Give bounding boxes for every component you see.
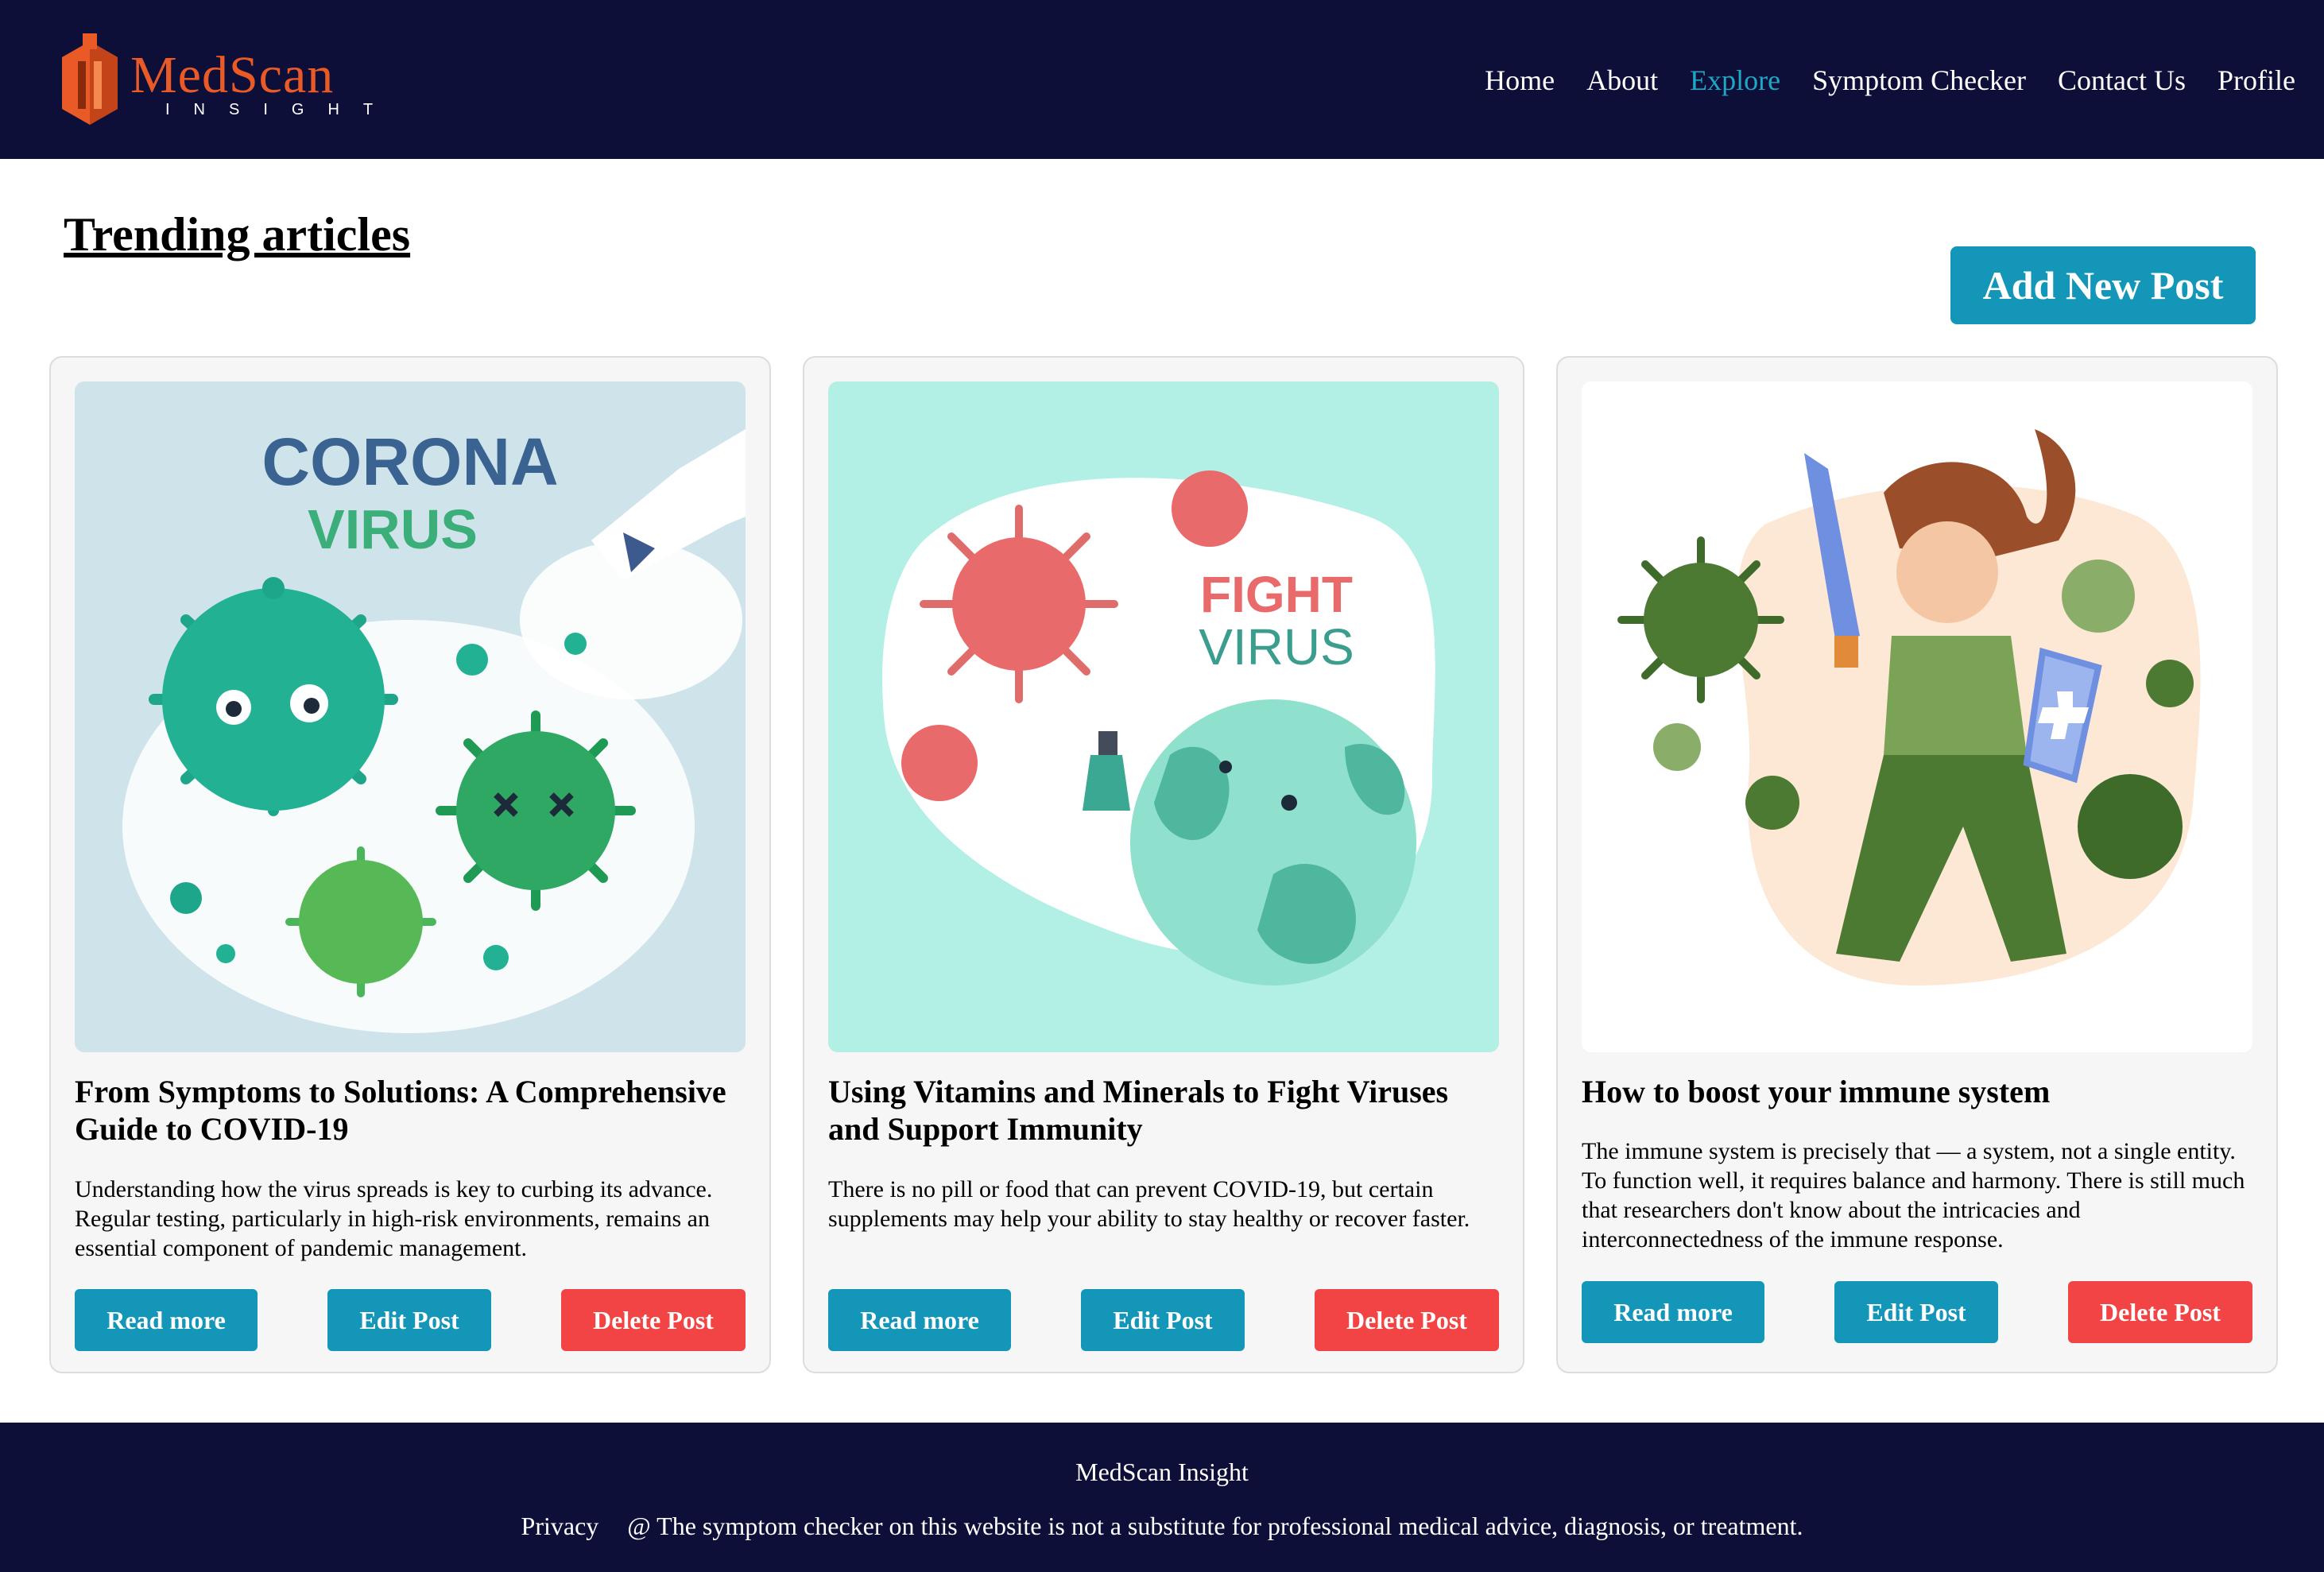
article-title[interactable]: From Symptoms to Solutions: A Comprehens… xyxy=(75,1073,750,1148)
logo-subtitle: INSIGHT xyxy=(165,101,397,118)
read-more-button[interactable]: Read more xyxy=(75,1289,258,1351)
article-card-2: FIGHT VIRUS Using Vitamins and Minerals … xyxy=(803,356,1524,1373)
article-card-1: CORONA VIRUS From Symptoms to Solutions:… xyxy=(49,356,771,1373)
delete-post-button[interactable]: Delete Post xyxy=(1315,1289,1499,1351)
article-title[interactable]: Using Vitamins and Minerals to Fight Vir… xyxy=(828,1073,1504,1148)
medical-disclaimer: @ The symptom checker on this website is… xyxy=(627,1512,1803,1540)
fight-heading: FIGHT xyxy=(1200,566,1353,623)
footer-brand: MedScan Insight xyxy=(1075,1458,1249,1486)
medscan-logo[interactable]: MedScan INSIGHT xyxy=(54,33,373,127)
nav-home[interactable]: Home xyxy=(1485,59,1555,102)
virus-heading: VIRUS xyxy=(1199,618,1354,676)
logo-title: MedScan xyxy=(130,46,335,104)
corona-virus-illustration[interactable]: CORONA VIRUS xyxy=(75,381,746,1052)
article-description: There is no pill or food that can preven… xyxy=(828,1176,1470,1232)
corona-virus-image: CORONA VIRUS xyxy=(75,381,746,1052)
read-more-button[interactable]: Read more xyxy=(1582,1281,1764,1343)
building-logo-icon xyxy=(62,33,118,125)
corona-heading: CORONA xyxy=(261,424,558,499)
delete-post-button[interactable]: Delete Post xyxy=(2068,1281,2252,1343)
nav-profile[interactable]: Profile xyxy=(2217,59,2295,102)
article-card-3: How to boost your immune system The immu… xyxy=(1556,356,2278,1373)
nav-about[interactable]: About xyxy=(1586,59,1658,102)
add-new-post-button[interactable]: Add New Post xyxy=(1950,246,2256,324)
edit-post-button[interactable]: Edit Post xyxy=(327,1289,491,1351)
fight-virus-illustration[interactable]: FIGHT VIRUS xyxy=(828,381,1499,1052)
article-description: Understanding how the virus spreads is k… xyxy=(75,1176,713,1261)
site-footer: MedScan Insight Privacy @ The symptom ch… xyxy=(0,1423,2324,1572)
footer-links: Privacy @ The symptom checker on this we… xyxy=(0,1510,2324,1542)
article-description: The immune system is precisely that — a … xyxy=(1582,1138,2245,1253)
page-title: Trending articles xyxy=(64,208,411,261)
woman-fighting-viruses-image xyxy=(1582,381,2252,1052)
site-header: MedScan INSIGHT Home About Explore Sympt… xyxy=(0,0,2324,159)
read-more-button[interactable]: Read more xyxy=(828,1289,1011,1351)
nav-explore[interactable]: Explore xyxy=(1690,59,1780,102)
virus-heading: VIRUS xyxy=(308,498,478,560)
edit-post-button[interactable]: Edit Post xyxy=(1834,1281,1998,1343)
immune-system-illustration[interactable] xyxy=(1582,381,2252,1052)
delete-post-button[interactable]: Delete Post xyxy=(561,1289,746,1351)
edit-post-button[interactable]: Edit Post xyxy=(1081,1289,1245,1351)
fight-virus-image: FIGHT VIRUS xyxy=(828,381,1499,1052)
nav-contact-us[interactable]: Contact Us xyxy=(2058,59,2186,102)
article-title[interactable]: How to boost your immune system xyxy=(1582,1073,2257,1110)
privacy-link[interactable]: Privacy xyxy=(521,1512,599,1540)
main-nav: Home About Explore Symptom Checker Conta… xyxy=(1485,59,2295,102)
nav-symptom-checker[interactable]: Symptom Checker xyxy=(1812,59,2026,102)
